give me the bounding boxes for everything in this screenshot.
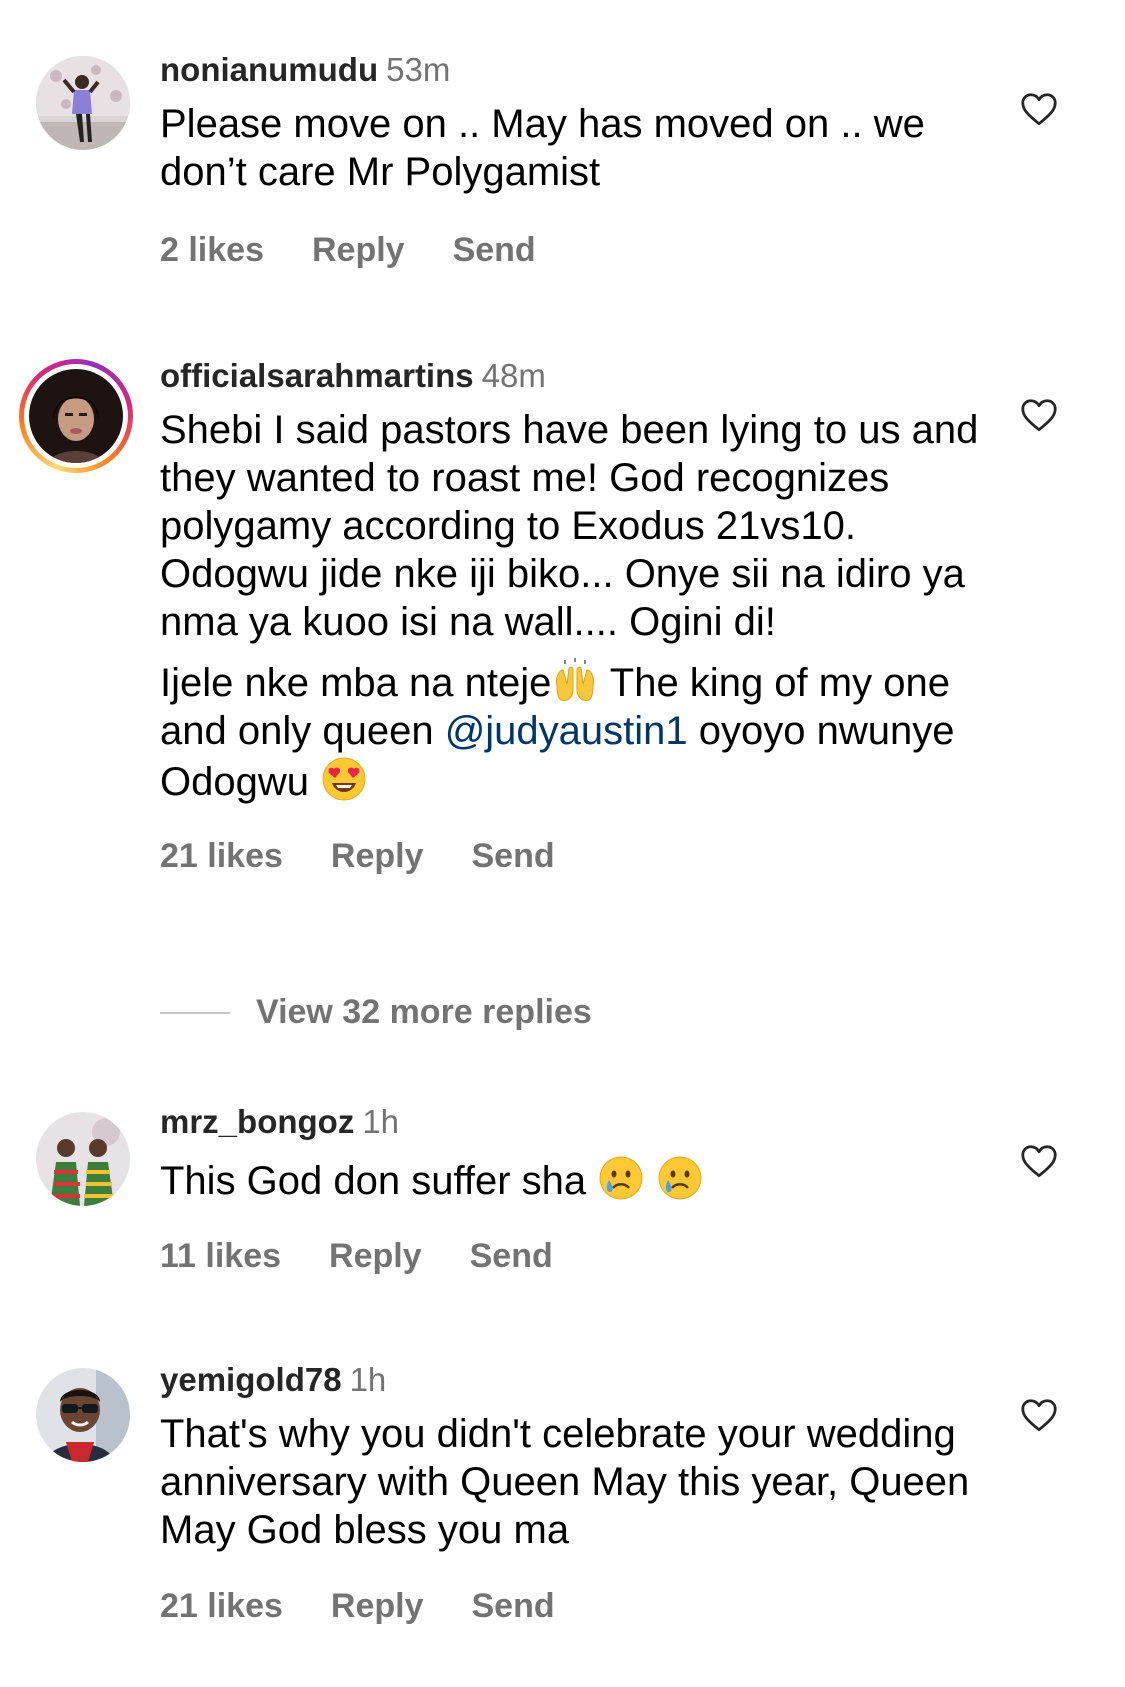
story-ring-avatar[interactable] [19,359,133,473]
view-replies-label[interactable]: View 32 more replies [256,990,592,1034]
heart-eyes-emoji [320,755,368,803]
comment-header: mrz_bongoz 1h [160,1102,399,1142]
comment-time: 1h [362,1103,400,1140]
send-button[interactable]: Send [471,1587,554,1625]
comment-header: yemigold78 1h [160,1360,386,1400]
comment-actions: 11 likes Reply Send [160,1236,601,1276]
username[interactable]: mrz_bongoz [160,1103,354,1140]
comment-paragraph: Ijele nke mba na nteje The king of my on… [160,656,990,806]
reply-button[interactable]: Reply [331,1587,424,1625]
raised-hands-emoji [551,656,599,704]
heart-icon[interactable] [1020,1144,1058,1178]
comment-text-segment: Ijele nke mba na nteje [160,661,552,705]
comment-paragraph: Shebi I said pastors have been lying to … [160,408,979,644]
likes-count[interactable]: 11 likes [160,1237,281,1275]
username[interactable]: nonianumudu [160,51,378,88]
reply-button[interactable]: Reply [331,837,424,875]
comment-text-segment: This God don suffer sha [160,1159,598,1203]
divider [160,1012,230,1014]
comment-text: Shebi I said pastors have been lying to … [160,406,990,806]
heart-icon[interactable] [1020,92,1058,126]
comment-time: 53m [386,51,451,88]
comment-actions: 2 likes Reply Send [160,230,584,270]
likes-count[interactable]: 21 likes [160,1587,283,1625]
avatar [29,369,123,463]
reply-button[interactable]: Reply [329,1237,422,1275]
comment-actions: 21 likes Reply Send [160,1586,603,1626]
comment-time: 1h [349,1361,387,1398]
crying-face-emoji [597,1154,645,1202]
send-button[interactable]: Send [453,231,536,269]
avatar[interactable] [36,1112,130,1206]
send-button[interactable]: Send [471,837,554,875]
likes-count[interactable]: 21 likes [160,837,283,875]
comment-header: officialsarahmartins 48m [160,356,546,396]
comment-time: 48m [481,357,546,394]
heart-icon[interactable] [1020,398,1058,432]
crying-face-emoji [656,1154,704,1202]
comment-text: Please move on .. May has moved on .. we… [160,102,925,194]
heart-icon[interactable] [1020,1398,1058,1432]
avatar[interactable] [36,1368,130,1462]
send-button[interactable]: Send [470,1237,553,1275]
avatar[interactable] [36,56,130,150]
username[interactable]: officialsarahmartins [160,357,474,394]
comment-text: This God don suffer sha [160,1154,990,1205]
mention-link[interactable]: @judyaustin1 [445,709,688,753]
comment-actions: 21 likes Reply Send [160,836,603,876]
reply-button[interactable]: Reply [312,231,405,269]
comment-header: nonianumudu 53m [160,50,450,90]
comment-text: That's why you didn't celebrate your wed… [160,1412,970,1552]
likes-count[interactable]: 2 likes [160,231,264,269]
username[interactable]: yemigold78 [160,1361,342,1398]
